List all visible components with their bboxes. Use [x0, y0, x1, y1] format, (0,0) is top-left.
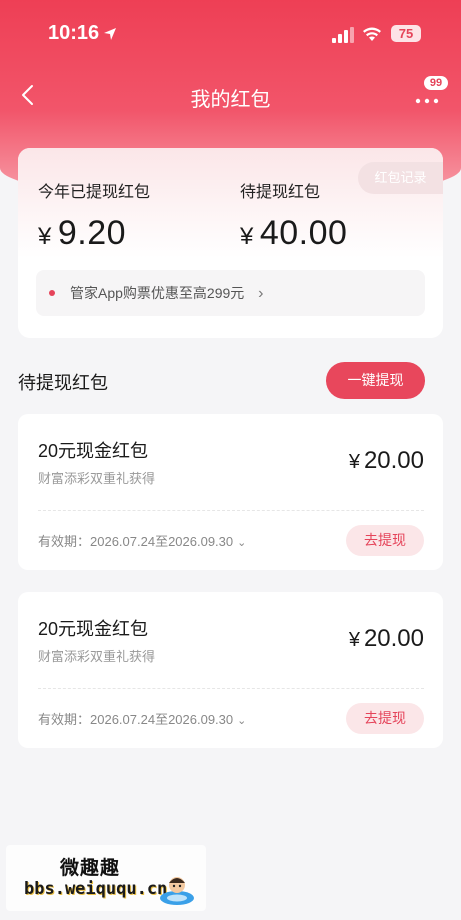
watermark: 微趣趣 bbs.weiququ.cn	[6, 845, 206, 911]
signal-icon	[332, 27, 354, 43]
promo-dot-icon	[49, 290, 55, 296]
watermark-url: bbs.weiququ.cn	[24, 879, 168, 899]
wifi-icon	[363, 27, 381, 41]
card-divider	[38, 688, 424, 689]
card-title: 20元现金红包	[38, 619, 149, 639]
summary-card: 红包记录 今年已提现红包 ¥9.20 待提现红包 ¥40.00 管家App购票优…	[18, 148, 443, 338]
pending-value: 40.00	[259, 214, 348, 252]
promo-banner[interactable]: 管家App购票优惠至高299元 ›	[36, 270, 425, 316]
withdraw-button[interactable]: 去提现	[346, 525, 424, 556]
promo-text: 管家App购票优惠至高299元	[70, 285, 245, 301]
pending-summary: 待提现红包 ¥40.00	[240, 178, 347, 253]
page-title: 我的红包	[190, 89, 271, 111]
card-title: 20元现金红包	[38, 441, 149, 461]
red-packet-record-button[interactable]: 红包记录	[358, 162, 443, 194]
chevron-down-icon: ⌄	[237, 715, 247, 727]
message-badge: 99	[424, 76, 448, 90]
red-packet-card: 20元现金红包 财富添彩双重礼获得 ¥20.00 有效期：2026.07.24至…	[18, 592, 443, 748]
validity-text: 有效期：2026.07.24至2026.09.30	[38, 712, 234, 727]
withdrawn-amount: ¥9.20	[38, 214, 150, 253]
card-amount: ¥20.00	[349, 625, 424, 653]
section-title: 待提现红包	[18, 373, 108, 393]
currency-symbol: ¥	[348, 629, 360, 651]
withdraw-button[interactable]: 去提现	[346, 703, 424, 734]
card-subtitle: 财富添彩双重礼获得	[38, 649, 156, 664]
withdrawn-summary: 今年已提现红包 ¥9.20	[38, 178, 150, 253]
card-amount-value: 20.00	[363, 625, 424, 652]
currency-symbol: ¥	[38, 223, 52, 250]
nav-bar: 我的红包	[0, 76, 461, 116]
pending-label: 待提现红包	[240, 184, 321, 201]
mascot-icon	[160, 877, 194, 905]
status-bar: 10:16 75	[0, 18, 461, 50]
withdrawn-value: 9.20	[57, 214, 127, 252]
pending-section-header: 待提现红包 一键提现	[18, 360, 425, 400]
location-arrow-icon	[104, 28, 116, 40]
chevron-down-icon: ⌄	[237, 537, 247, 549]
validity-text: 有效期：2026.07.24至2026.09.30	[38, 534, 234, 549]
battery-icon: 75	[391, 25, 421, 42]
pending-amount: ¥40.00	[240, 214, 347, 253]
card-amount: ¥20.00	[349, 447, 424, 475]
currency-symbol: ¥	[240, 223, 254, 250]
status-time: 10:16	[48, 22, 100, 44]
red-packet-card: 20元现金红包 财富添彩双重礼获得 ¥20.00 有效期：2026.07.24至…	[18, 414, 443, 570]
card-divider	[38, 510, 424, 511]
validity-dropdown[interactable]: 有效期：2026.07.24至2026.09.30 ⌄	[38, 531, 246, 550]
withdrawn-label: 今年已提现红包	[38, 184, 151, 201]
chevron-right-icon: ›	[258, 285, 264, 302]
card-amount-value: 20.00	[363, 447, 424, 474]
withdraw-all-button[interactable]: 一键提现	[326, 362, 425, 399]
currency-symbol: ¥	[348, 451, 360, 473]
card-subtitle: 财富添彩双重礼获得	[38, 471, 156, 486]
watermark-cn: 微趣趣	[60, 858, 121, 879]
validity-dropdown[interactable]: 有效期：2026.07.24至2026.09.30 ⌄	[38, 709, 246, 728]
